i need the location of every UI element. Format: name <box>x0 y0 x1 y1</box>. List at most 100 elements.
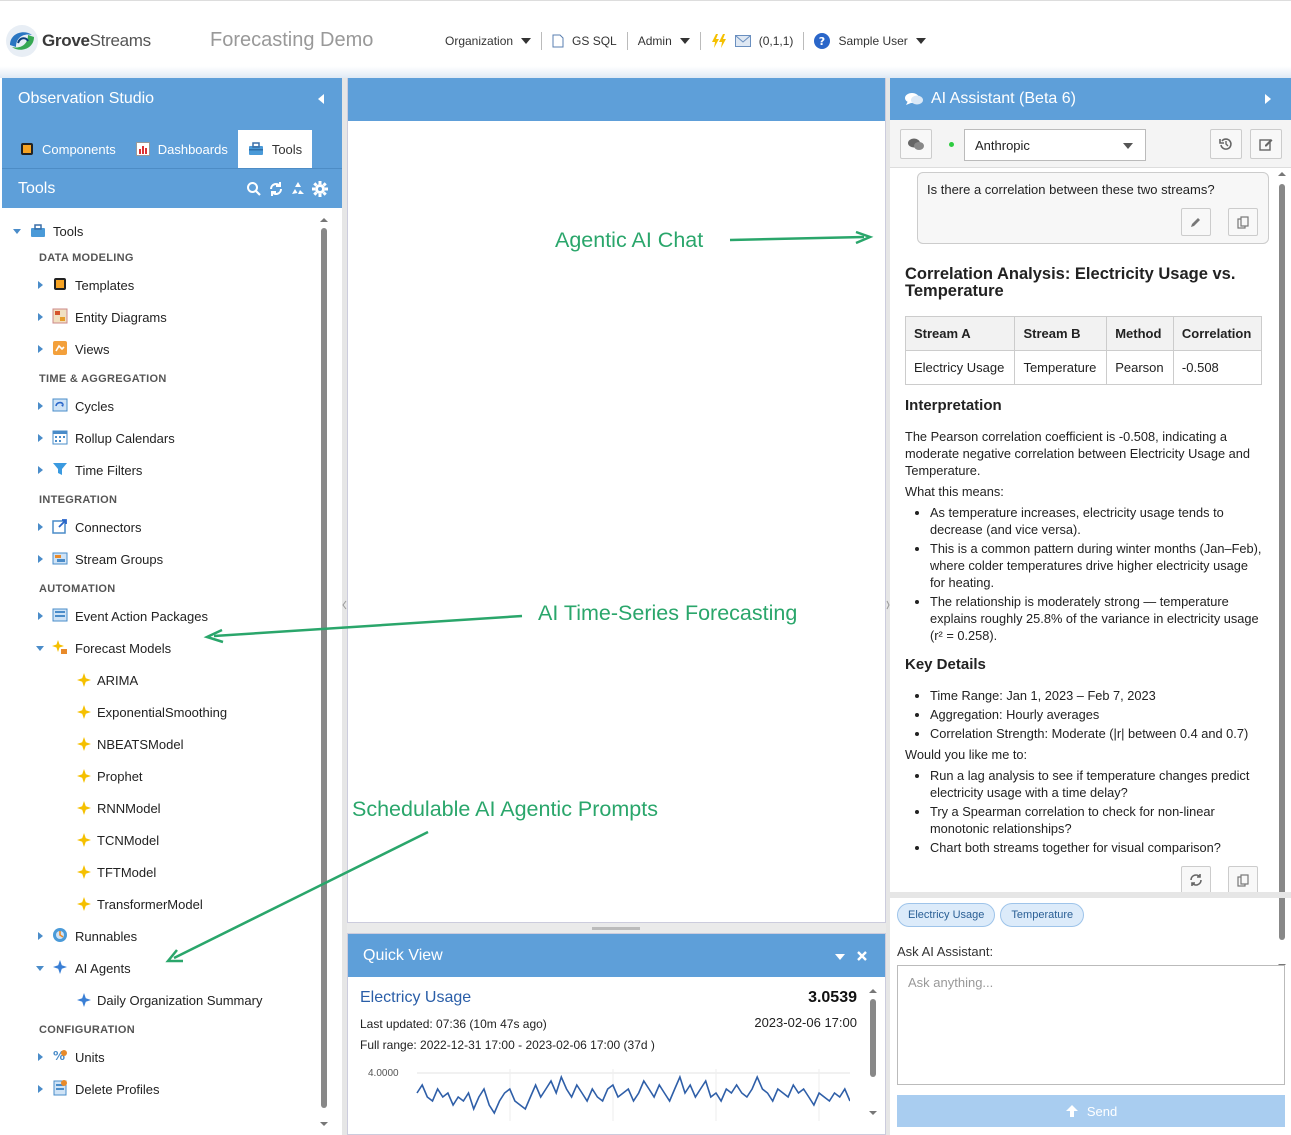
context-chip[interactable]: Electricy Usage <box>897 903 996 927</box>
interpretation-heading: Interpretation <box>905 397 1002 414</box>
chevron-right-icon[interactable] <box>38 313 43 321</box>
edit-message-button[interactable] <box>1181 208 1211 236</box>
quick-view-scrollbar[interactable] <box>869 987 877 1117</box>
refresh-icon[interactable] <box>268 181 284 197</box>
chevron-right-icon[interactable] <box>38 612 43 620</box>
tree-item-units[interactable]: % Units <box>2 1041 317 1073</box>
chevron-down-icon[interactable] <box>36 646 44 651</box>
tab-components[interactable]: Components <box>10 130 126 168</box>
context-chip[interactable]: Temperature <box>1000 903 1085 927</box>
left-scrollbar[interactable] <box>320 216 328 1128</box>
tree-item-stream-groups[interactable]: Stream Groups <box>2 543 317 575</box>
new-chat-button[interactable] <box>1250 129 1282 159</box>
tree-item-forecast-model[interactable]: TransformerModel <box>2 888 317 920</box>
gs-sql-button[interactable]: GS SQL <box>542 32 628 50</box>
runnable-icon <box>53 928 67 942</box>
tree-item-runnables[interactable]: Runnables <box>2 920 317 952</box>
full-range: Full range: 2022-12-31 17:00 - 2023-02-0… <box>360 1038 655 1052</box>
copy-message-button[interactable] <box>1228 208 1258 236</box>
collapse-left-icon[interactable] <box>318 94 324 104</box>
tree-item-entity-diagrams[interactable]: Entity Diagrams <box>2 301 317 333</box>
scroll-up-icon[interactable] <box>869 987 877 995</box>
notifications[interactable]: (0,1,1) <box>701 32 805 50</box>
stream-timestamp: 2023-02-06 17:00 <box>754 1015 857 1030</box>
tree-item-event-action-packages[interactable]: Event Action Packages <box>2 600 317 632</box>
scroll-down-icon[interactable] <box>320 1120 328 1128</box>
tree-item-forecast-model[interactable]: TCNModel <box>2 824 317 856</box>
center-panel-header <box>348 78 885 121</box>
event-package-icon <box>52 608 68 622</box>
chat-scrollbar[interactable] <box>1277 170 1287 970</box>
admin-menu[interactable]: Admin <box>628 32 701 50</box>
stream-group-icon <box>52 552 68 565</box>
tree-item-connectors[interactable]: Connectors <box>2 511 317 543</box>
chevron-down-icon[interactable] <box>835 954 845 960</box>
chevron-right-icon[interactable] <box>38 434 43 442</box>
chevron-down-icon[interactable] <box>13 229 21 234</box>
tree-item-cycles[interactable]: Cycles <box>2 390 317 422</box>
user-menu[interactable]: ? Sample User <box>804 32 935 50</box>
logo[interactable]: GroveStreams <box>4 23 151 59</box>
provider-select[interactable]: Anthropic <box>964 129 1146 161</box>
stream-name-link[interactable]: Electricy Usage <box>360 989 471 1007</box>
component-icon <box>21 143 33 155</box>
conversations-button[interactable] <box>900 129 932 159</box>
tree-item-views[interactable]: Views <box>2 333 317 365</box>
tree-item-label: Runnables <box>75 928 138 944</box>
tree-item-label: TCNModel <box>97 832 160 848</box>
regenerate-button[interactable] <box>1181 866 1211 894</box>
tree-item-time-filters[interactable]: Time Filters <box>2 454 317 486</box>
scroll-down-icon[interactable] <box>869 1109 877 1117</box>
list-item: Chart both streams together for visual c… <box>930 839 1265 856</box>
tree-item-rollup-calendars[interactable]: Rollup Calendars <box>2 422 317 454</box>
recycle-icon[interactable] <box>290 181 306 197</box>
tree-item-forecast-model[interactable]: TFTModel <box>2 856 317 888</box>
history-button[interactable] <box>1210 129 1242 159</box>
chevron-right-icon[interactable] <box>38 402 43 410</box>
left-panel-title: Observation Studio <box>18 90 155 107</box>
tree-item-forecast-model[interactable]: Prophet <box>2 760 317 792</box>
connector-icon <box>52 519 67 534</box>
top-nav: Organization GS SQL Admin (0,1,1) ? Samp… <box>445 32 936 50</box>
scroll-up-icon[interactable] <box>1277 170 1287 178</box>
tree-item-templates[interactable]: Templates <box>2 269 317 301</box>
tree-item-ai-agent[interactable]: Daily Organization Summary <box>2 984 317 1016</box>
ask-input[interactable]: Ask anything... <box>897 965 1285 1085</box>
scroll-up-icon[interactable] <box>320 216 328 224</box>
search-icon[interactable] <box>246 181 262 197</box>
tree-item-delete-profiles[interactable]: Delete Profiles <box>2 1073 317 1105</box>
tab-dashboards[interactable]: Dashboards <box>126 130 238 168</box>
chevron-right-icon[interactable] <box>38 466 43 474</box>
tree-item-forecast-model[interactable]: ARIMA <box>2 664 317 696</box>
sparkle-icon <box>77 865 91 879</box>
chevron-right-icon[interactable] <box>38 523 43 531</box>
horizontal-splitter[interactable] <box>347 923 886 933</box>
organization-menu[interactable]: Organization <box>445 32 543 50</box>
collapse-right-icon[interactable] <box>1265 94 1271 104</box>
tree-item-forecast-model[interactable]: NBEATSModel <box>2 728 317 760</box>
scroll-thumb[interactable] <box>321 228 327 1108</box>
chevron-right-icon[interactable] <box>38 555 43 563</box>
gear-icon[interactable] <box>312 181 328 197</box>
scroll-thumb[interactable] <box>1279 184 1285 940</box>
tree-root-tools[interactable]: Tools <box>2 218 317 244</box>
tab-tools[interactable]: Tools <box>237 130 313 168</box>
chevron-right-icon[interactable] <box>38 932 43 940</box>
scroll-thumb[interactable] <box>870 999 876 1077</box>
chevron-down-icon <box>915 38 926 44</box>
copy-response-button[interactable] <box>1228 866 1258 894</box>
close-icon[interactable] <box>856 950 868 962</box>
help-icon[interactable]: ? <box>814 33 831 49</box>
tree-item-forecast-model[interactable]: RNNModel <box>2 792 317 824</box>
chevron-right-icon[interactable] <box>38 281 43 289</box>
tree-item-forecast-models[interactable]: Forecast Models <box>2 632 317 664</box>
splitter-handle[interactable] <box>592 927 640 930</box>
chevron-down-icon[interactable] <box>36 966 44 971</box>
top-bar: GroveStreams Forecasting Demo Organizati… <box>0 0 1291 78</box>
send-button[interactable]: Send <box>897 1095 1285 1127</box>
tree-item-forecast-model[interactable]: ExponentialSmoothing <box>2 696 317 728</box>
chevron-right-icon[interactable] <box>38 345 43 353</box>
chevron-right-icon[interactable] <box>38 1085 43 1093</box>
chevron-right-icon[interactable] <box>38 1053 43 1061</box>
tree-item-ai-agents[interactable]: AI Agents <box>2 952 317 984</box>
